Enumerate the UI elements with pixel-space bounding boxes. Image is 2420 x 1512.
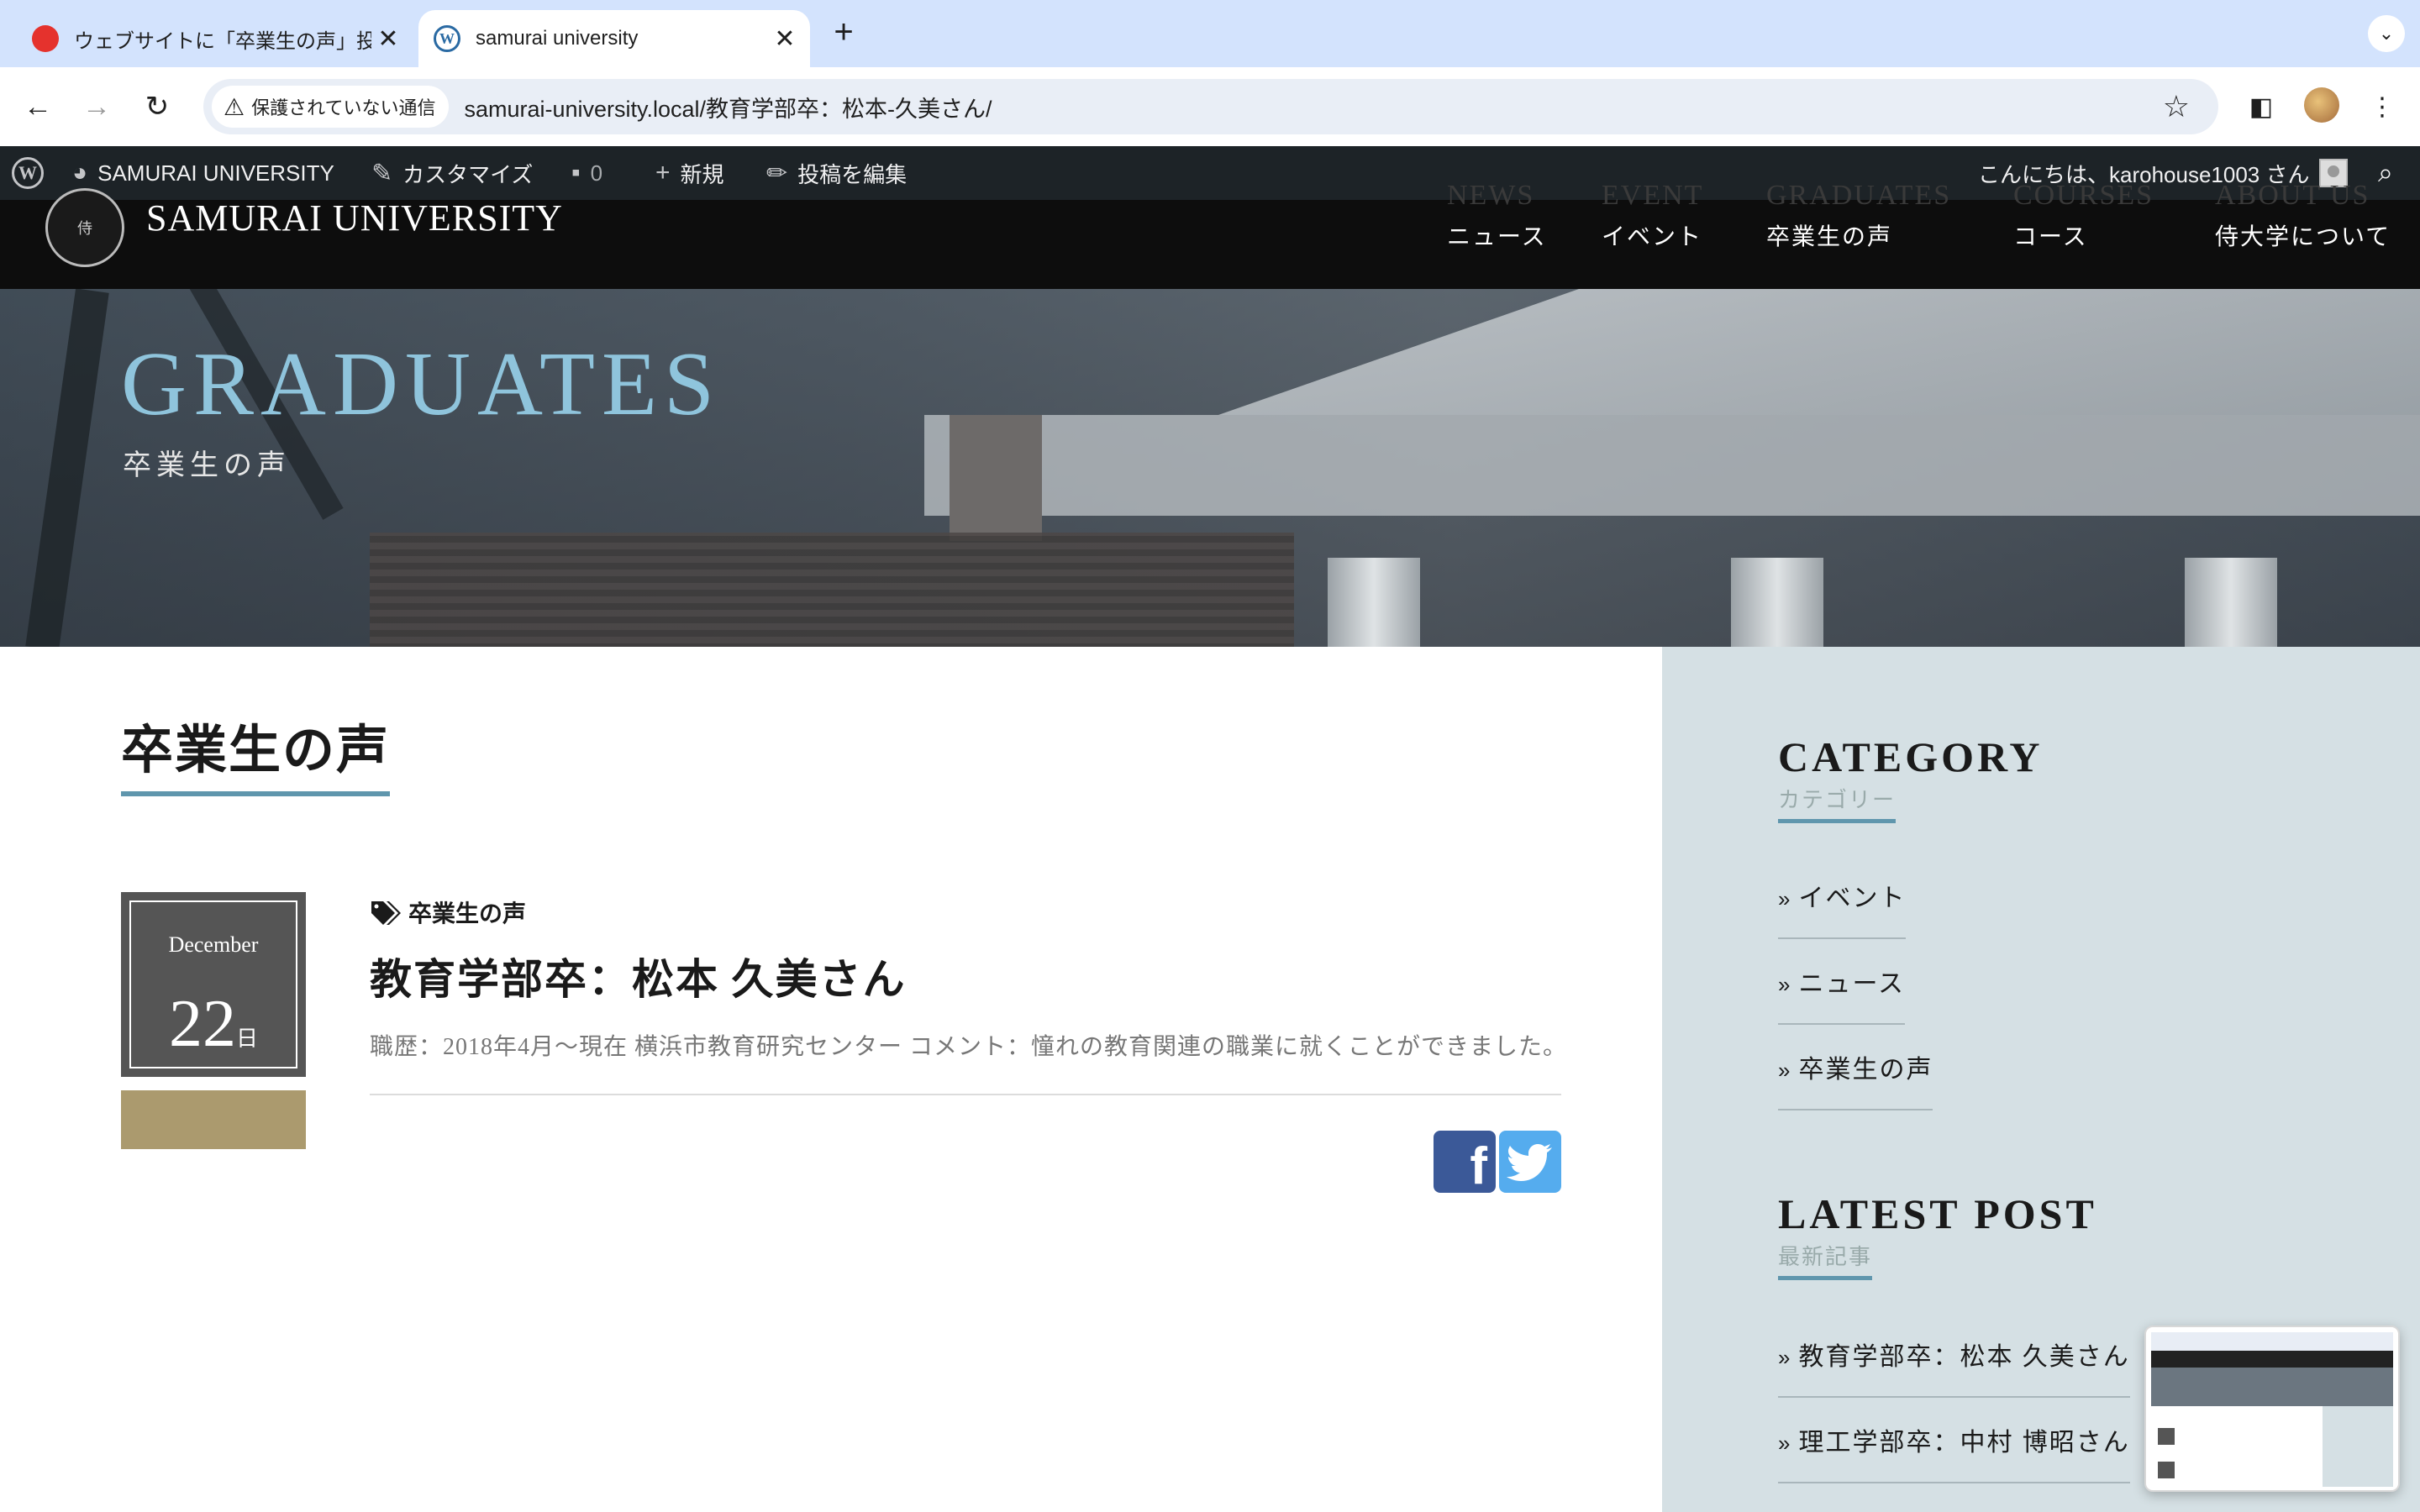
browser-toolbar: ← → ↻ ⚠ 保護されていない通信 samurai-university.lo… [0,67,2420,146]
sidebar-item-news[interactable]: » ニュース [1778,963,1905,1025]
sidebar-latest-subtitle: 最新記事 [1778,1240,1873,1280]
sidebar-category-subtitle: カテゴリー [1778,783,1897,823]
twitter-share-icon[interactable] [1499,1131,1561,1193]
sidebar-latest-post[interactable]: » 教育学部卒：松本 久美さん [1778,1336,2130,1398]
sidebar-latest-title: LATEST POST [1778,1190,2097,1237]
tab-search-chevron-icon[interactable]: ⌄ [2368,15,2405,52]
screenshot-preview-thumbnail[interactable] [2144,1326,2400,1492]
reload-icon[interactable]: ↻ [136,86,178,128]
sidebar-item-graduates[interactable]: » 卒業生の声 [1778,1048,1933,1110]
paintbrush-icon: ✎ [371,159,393,187]
comment-bubble-icon: ▪ [571,159,581,186]
wordpress-logo-icon[interactable]: W [12,146,44,200]
double-chevron-right-icon: » [1778,1431,1792,1456]
post-divider [370,1094,1561,1095]
close-icon[interactable]: ✕ [371,22,405,55]
nav-en-label: COURSES [2013,180,2154,211]
hero-column [2185,558,2277,647]
new-tab-button[interactable]: + [827,15,860,49]
security-label: 保護されていない通信 [251,97,436,118]
nav-jp-label: コース [2013,223,2088,249]
double-chevron-right-icon: » [1778,886,1792,911]
double-chevron-right-icon: » [1778,1058,1792,1083]
hero-column [1328,558,1420,647]
post-title-link[interactable]: 教育学部卒：松本 久美さん [370,946,907,1006]
nav-jp-label: ニュース [1447,223,1547,249]
hero-column [1731,558,1823,647]
page-title: 卒業生の声 [121,707,391,796]
post-category-tag[interactable]: 卒業生の声 [370,895,526,929]
browser-tab-active[interactable]: W samurai university ✕ [418,10,810,67]
hero-building-facade [924,415,2420,516]
side-panel-icon[interactable]: ◧ [2240,86,2282,128]
hero-subtitle: 卒業生の声 [123,449,291,481]
forward-arrow-icon[interactable]: → [76,86,118,128]
admin-edit-post[interactable]: ✏ 投稿を編集 [766,146,907,200]
sidebar-latest-post[interactable]: » 理工学部卒：中村 博昭さん [1778,1421,2130,1483]
back-arrow-icon[interactable]: ← [17,86,59,128]
url-text[interactable]: samurai-university.local/教育学部卒：松本-久美さん/ [464,91,992,123]
close-icon[interactable]: ✕ [768,22,802,55]
post-category-bar [121,1090,306,1149]
nav-en-label: EVENT [1602,180,1704,211]
sidebar-category-title: CATEGORY [1778,733,2044,780]
nav-jp-label: 侍大学について [2215,223,2391,249]
hero-brick-roof [370,533,1294,647]
profile-avatar[interactable] [2304,87,2339,123]
tag-icon [371,901,401,925]
admin-comments[interactable]: ▪ 0 [571,146,602,200]
double-chevron-right-icon: » [1778,1345,1792,1370]
post-date-day: 22日 [168,987,258,1061]
post-date-box: December 22日 [121,892,306,1077]
more-menu-icon[interactable]: ⋮ [2361,86,2403,128]
hero-chimney [950,415,1042,541]
hero-title: GRADUATES [121,334,722,434]
post-excerpt: 職歴：2018年4月～現在 横浜市教育研究センター コメント：憧れの教育関連の職… [370,1034,1568,1060]
post-category-label: 卒業生の声 [408,900,527,927]
pdf-tool-favicon-icon [32,25,59,52]
nav-jp-label: イベント [1602,223,1703,249]
bookmark-star-icon[interactable]: ☆ [2163,89,2190,124]
admin-customize[interactable]: ✎ カスタマイズ [371,146,533,200]
nav-jp-label: 卒業生の声 [1766,223,1893,249]
site-header: 侍 SAMURAI UNIVERSITY NEWS ニュース EVENT イベン… [0,180,2420,289]
main-content: 卒業生の声 December 22日 卒業生の声 教育学部卒：松本 久美さん 職… [0,647,1662,1512]
browser-tab[interactable]: ウェブサイトに「卒業生の声」投 ✕ [17,10,413,67]
sidebar-item-event[interactable]: » イベント [1778,877,1907,939]
warning-triangle-icon: ⚠ [224,93,245,120]
browser-tab-bar: ウェブサイトに「卒業生の声」投 ✕ W samurai university ✕… [0,0,2420,67]
double-chevron-right-icon: » [1778,972,1792,997]
nav-en-label: NEWS [1447,180,1535,211]
plus-icon: + [655,159,671,186]
address-bar[interactable]: ⚠ 保護されていない通信 samurai-university.local/教育… [203,79,2218,134]
admin-new[interactable]: + 新規 [655,146,724,200]
nav-en-label: ABOUT US [2215,180,2370,211]
tab-title: samurai university [476,27,639,50]
hero-tree-trunk [25,289,109,647]
university-crest-logo[interactable]: 侍 [45,188,124,267]
nav-en-label: GRADUATES [1766,180,1952,211]
post-date-month: December [168,932,259,957]
search-icon[interactable]: ⌕ [2378,146,2393,200]
facebook-share-icon[interactable]: f [1434,1131,1496,1193]
pencil-icon: ✏ [766,159,788,187]
hero-building-pediment [1218,289,2420,415]
tab-title: ウェブサイトに「卒業生の声」投 [74,29,371,53]
dashboard-gauge-icon: ◕ [72,159,88,186]
admin-site-name[interactable]: ◕ SAMURAI UNIVERSITY [72,146,334,200]
wordpress-favicon-icon: W [434,25,460,52]
site-title[interactable]: SAMURAI UNIVERSITY [146,200,563,237]
security-indicator[interactable]: ⚠ 保護されていない通信 [212,86,450,128]
